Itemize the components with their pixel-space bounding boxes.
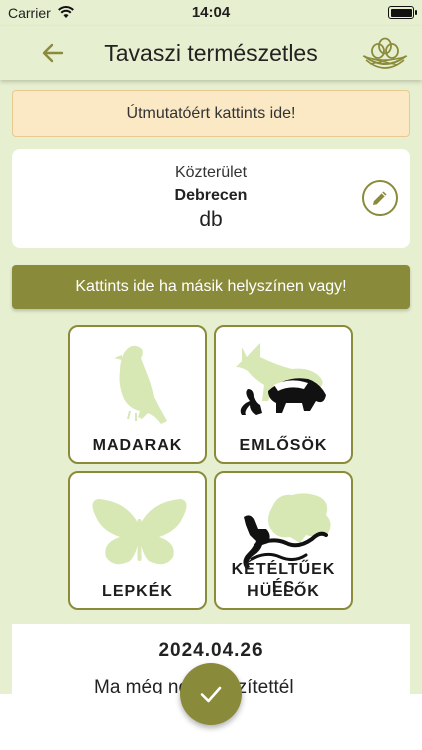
checkmark-icon — [200, 686, 222, 703]
category-label: EMLŐSÖK — [239, 437, 328, 454]
nest-icon[interactable] — [360, 32, 410, 74]
category-amphibians-reptiles-tile[interactable]: KÉTÉLTŰEK ÉS HÜLLŐK — [214, 471, 353, 610]
category-label: MADARAK — [92, 437, 183, 454]
current-date: 2024.04.26 — [158, 640, 264, 661]
confirm-fab-button[interactable] — [180, 663, 242, 725]
location-city: Debrecen — [174, 187, 248, 204]
category-label-line2: HÜLLŐK — [247, 583, 320, 600]
other-location-button[interactable]: Kattints ide ha másik helyszínen vagy! — [12, 265, 410, 309]
page-title: Tavaszi természetles — [104, 40, 318, 66]
category-label: LEPKÉK — [102, 583, 173, 600]
category-birds-tile[interactable]: MADARAK — [68, 325, 207, 464]
guide-banner[interactable]: Útmutatóért kattints ide! — [12, 90, 410, 137]
pencil-icon — [373, 191, 387, 205]
location-card: Közterület Debrecen db — [12, 149, 410, 248]
status-bar: Carrier 14:04 — [0, 0, 422, 26]
category-mammals-tile[interactable]: EMLŐSÖK — [214, 325, 353, 464]
status-time: 14:04 — [191, 4, 231, 21]
edit-location-button[interactable] — [362, 180, 398, 216]
category-butterflies-tile[interactable]: LEPKÉK — [68, 471, 207, 610]
location-count: db — [199, 208, 223, 231]
nav-bar: Tavaszi természetles — [0, 26, 422, 80]
location-type: Közterület — [174, 164, 248, 181]
battery-icon — [388, 6, 417, 19]
